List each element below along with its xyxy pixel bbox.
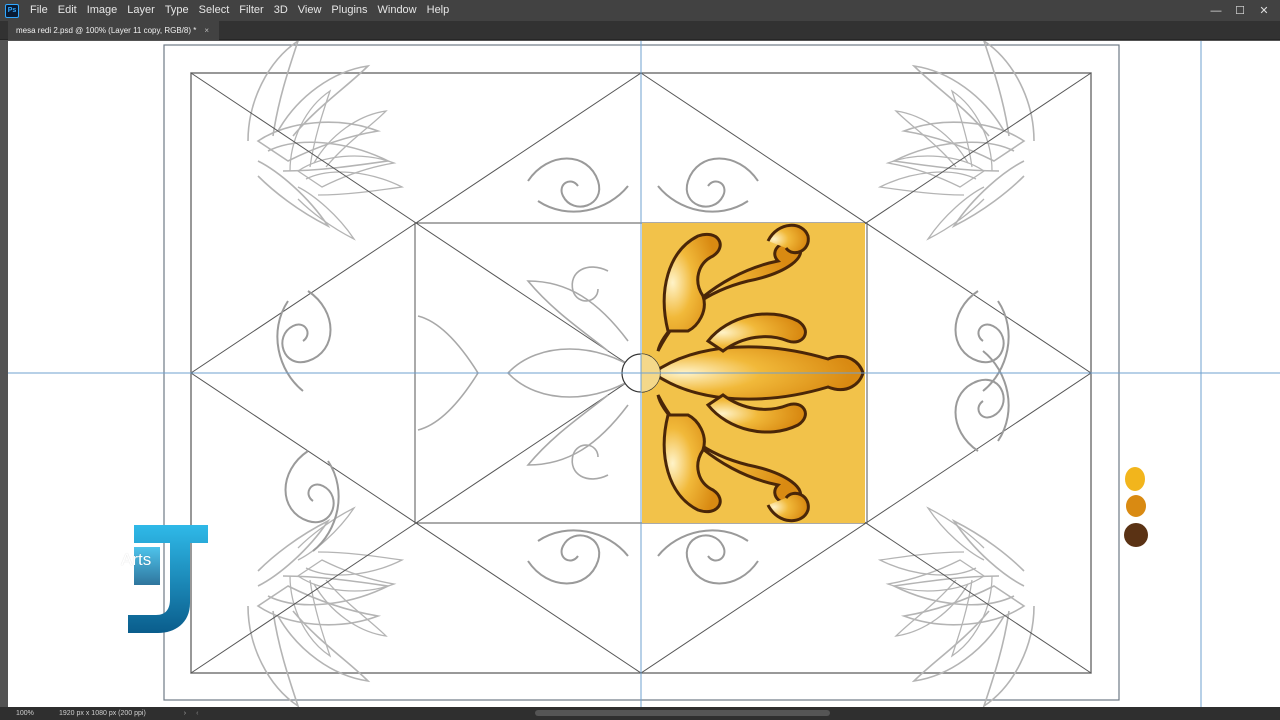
menu-type[interactable]: Type [160,0,194,21]
close-window-icon[interactable]: ✕ [1252,4,1276,17]
document-tab[interactable]: mesa redi 2.psd @ 100% (Layer 11 copy, R… [8,21,220,40]
menu-bar: Ps File Edit Image Layer Type Select Fil… [0,0,1280,21]
window-controls: — ☐ ✕ [1204,0,1276,21]
document-tab-title: mesa redi 2.psd @ 100% (Layer 11 copy, R… [16,26,197,35]
watermark-text: Arts [121,550,152,569]
status-menu-arrow-icon[interactable]: › [184,710,186,717]
menu-view[interactable]: View [293,0,327,21]
menu-file[interactable]: File [25,0,53,21]
menu-3d[interactable]: 3D [269,0,293,21]
zoom-level[interactable]: 100% [0,710,44,717]
menu-plugins[interactable]: Plugins [326,0,372,21]
menu-edit[interactable]: Edit [53,0,82,21]
menu-filter[interactable]: Filter [234,0,268,21]
close-tab-icon[interactable]: × [204,21,209,40]
menu-window[interactable]: Window [373,0,422,21]
menu-layer[interactable]: Layer [122,0,160,21]
maximize-icon[interactable]: ☐ [1228,4,1252,17]
color-swatches [1124,467,1148,547]
swatch-orange [1126,495,1146,517]
menu-select[interactable]: Select [194,0,235,21]
swatch-brown [1124,523,1148,547]
menu-image[interactable]: Image [82,0,123,21]
arts-logo-icon [128,525,208,633]
document-size: 1920 px x 1080 px (200 ppi) [59,710,146,717]
scroll-left-arrow-icon[interactable]: ‹ [196,710,198,717]
status-bar: 100% 1920 px x 1080 px (200 ppi) › ‹ [0,707,1280,720]
document-tab-bar: mesa redi 2.psd @ 100% (Layer 11 copy, R… [0,21,1280,40]
minimize-icon[interactable]: — [1204,5,1228,17]
photoshop-logo-icon[interactable]: Ps [5,3,19,18]
horizontal-scrollbar[interactable] [535,710,830,716]
swatch-yellow [1125,467,1145,491]
menu-help[interactable]: Help [422,0,455,21]
